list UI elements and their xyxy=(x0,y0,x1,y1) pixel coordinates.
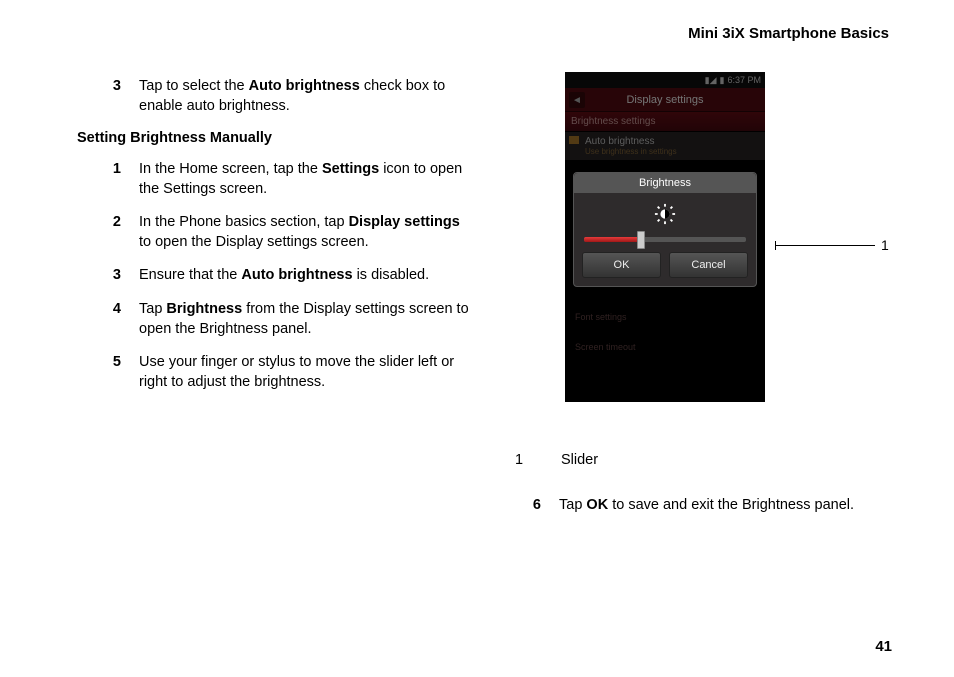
ok-button[interactable]: OK xyxy=(582,252,661,278)
step-text: Use your finger or stylus to move the sl… xyxy=(139,353,475,392)
brightness-slider-area xyxy=(574,237,756,252)
legend: 1 Slider xyxy=(515,452,899,468)
brightness-icon xyxy=(574,193,756,237)
step-number: 2 xyxy=(95,213,121,252)
left-column: 3 Tap to select the Auto brightness chec… xyxy=(95,77,475,516)
page-number: 41 xyxy=(875,638,892,655)
callout-line xyxy=(775,245,875,246)
folder-icon xyxy=(569,136,579,144)
text: Tap xyxy=(559,497,586,513)
step-3: 3 Ensure that the Auto brightness is dis… xyxy=(95,266,475,286)
pre-step-3: 3 Tap to select the Auto brightness chec… xyxy=(95,77,475,116)
bold: OK xyxy=(586,497,608,513)
step-1: 1 In the Home screen, tap the Settings i… xyxy=(95,160,475,199)
text: In the Home screen, tap the xyxy=(139,161,322,177)
step-number: 1 xyxy=(95,160,121,199)
phone-screenshot: ▮◢ ▮ 6:37 PM ◄ Display settings Brightne… xyxy=(565,72,805,412)
page-header: Mini 3iX Smartphone Basics xyxy=(95,25,889,42)
row-title: Auto brightness xyxy=(585,136,759,147)
step-2: 2 In the Phone basics section, tap Displ… xyxy=(95,213,475,252)
step-4: 4 Tap Brightness from the Display settin… xyxy=(95,300,475,339)
bg-row-font: Font settings xyxy=(575,312,627,322)
back-icon[interactable]: ◄ xyxy=(569,92,585,108)
step-text: Tap OK to save and exit the Brightness p… xyxy=(559,496,899,516)
text: Use your finger or stylus to move the sl… xyxy=(139,354,454,390)
bold: Brightness xyxy=(166,301,242,317)
text: is disabled. xyxy=(353,267,430,283)
callout-number: 1 xyxy=(881,237,889,253)
bg-row-timeout: Screen timeout xyxy=(575,342,636,352)
bold: Auto brightness xyxy=(249,78,360,94)
step-text: Tap to select the Auto brightness check … xyxy=(139,77,475,116)
text: Ensure that the xyxy=(139,267,241,283)
text: Tap xyxy=(139,301,166,317)
screen-title-bar: ◄ Display settings xyxy=(565,88,765,112)
step-number: 3 xyxy=(95,77,121,116)
cancel-button[interactable]: Cancel xyxy=(669,252,748,278)
step-number: 3 xyxy=(95,266,121,286)
content-columns: 3 Tap to select the Auto brightness chec… xyxy=(95,77,899,516)
step-number: 6 xyxy=(515,496,541,516)
phone-screen: ▮◢ ▮ 6:37 PM ◄ Display settings Brightne… xyxy=(565,72,765,402)
status-time: 6:37 PM xyxy=(727,75,761,85)
screen-title: Display settings xyxy=(626,94,703,106)
step-number: 5 xyxy=(95,353,121,392)
brightness-dialog: Brightness OK Cancel xyxy=(573,172,757,287)
row-auto-brightness[interactable]: Auto brightness Use brightness in settin… xyxy=(565,132,765,161)
step-number: 4 xyxy=(95,300,121,339)
dialog-buttons: OK Cancel xyxy=(574,252,756,278)
step-text: Ensure that the Auto brightness is disab… xyxy=(139,266,475,286)
text: to save and exit the Brightness panel. xyxy=(608,497,854,513)
step-text: In the Phone basics section, tap Display… xyxy=(139,213,475,252)
signal-icon: ▮◢ xyxy=(705,75,717,86)
section-bar: Brightness settings xyxy=(565,112,765,132)
bold: Settings xyxy=(322,161,379,177)
right-column: ▮◢ ▮ 6:37 PM ◄ Display settings Brightne… xyxy=(515,77,899,516)
slider-fill xyxy=(584,237,641,242)
step-5: 5 Use your finger or stylus to move the … xyxy=(95,353,475,392)
legend-label: Slider xyxy=(561,452,598,468)
bold: Display settings xyxy=(349,214,460,230)
text: In the Phone basics section, tap xyxy=(139,214,349,230)
brightness-slider[interactable] xyxy=(584,237,746,242)
step-text: Tap Brightness from the Display settings… xyxy=(139,300,475,339)
battery-icon: ▮ xyxy=(720,75,725,86)
step-text: In the Home screen, tap the Settings ico… xyxy=(139,160,475,199)
text: to open the Display settings screen. xyxy=(139,234,369,250)
legend-number: 1 xyxy=(515,452,533,468)
bold: Auto brightness xyxy=(241,267,352,283)
row-subtitle: Use brightness in settings xyxy=(585,147,759,156)
subheading-manual-brightness: Setting Brightness Manually xyxy=(77,130,475,146)
slider-thumb[interactable] xyxy=(637,231,645,249)
dialog-title: Brightness xyxy=(574,173,756,193)
step-6: 6 Tap OK to save and exit the Brightness… xyxy=(515,496,899,516)
status-bar: ▮◢ ▮ 6:37 PM xyxy=(565,72,765,88)
text: Tap to select the xyxy=(139,78,249,94)
